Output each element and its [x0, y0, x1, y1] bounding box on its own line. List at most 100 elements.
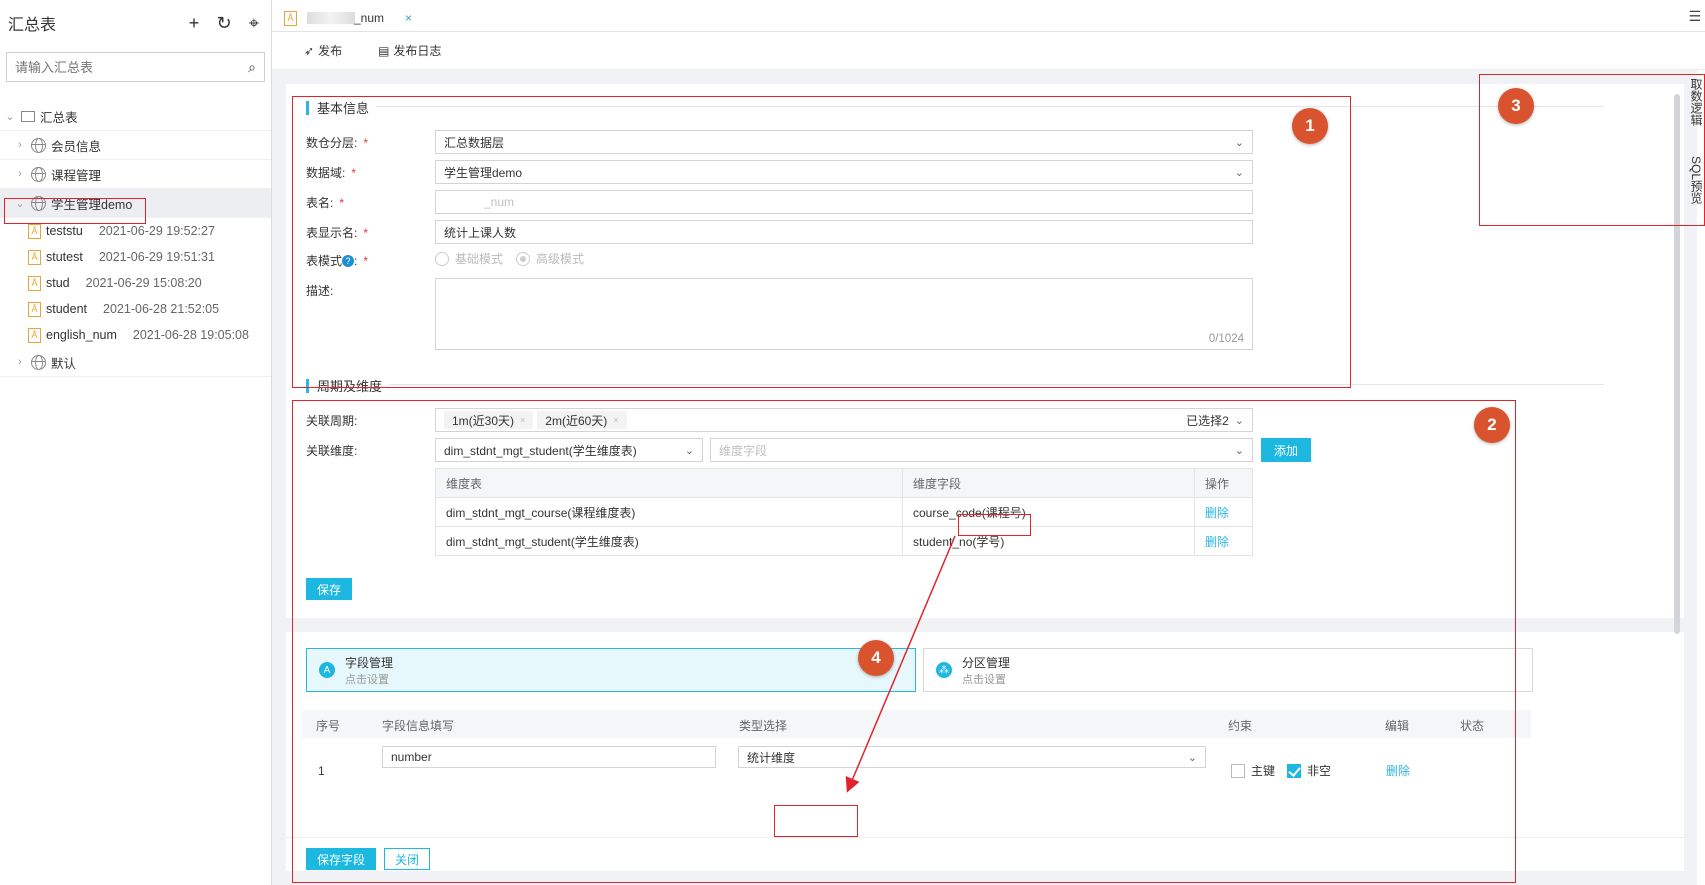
tab-fetch-logic[interactable]: 取数逻辑 — [1688, 78, 1705, 126]
locate-icon[interactable]: ⌖ — [245, 14, 263, 32]
content-area: 基本信息 数仓分层: * 汇总数据层 ⌄ 数据域: * 学生管理demo ⌄ 表名: * … — [272, 70, 1697, 885]
field-icon: A — [319, 662, 335, 678]
table-icon: Å — [28, 249, 41, 265]
chevron-right-icon[interactable]: › — [14, 139, 26, 151]
desc-label: 描述: — [306, 284, 334, 298]
publish-log-button[interactable]: ▤ 发布日志 — [378, 42, 441, 59]
menu-icon[interactable]: ☰ — [1688, 8, 1701, 25]
desc-textarea[interactable]: 0/1024 — [435, 278, 1253, 350]
layer-label: 数仓分层: * — [306, 136, 369, 150]
display-name-label: 表显示名: * — [306, 226, 369, 240]
chevron-down-icon: ⌄ — [1234, 414, 1244, 427]
delete-link[interactable]: 删除 — [1205, 506, 1229, 520]
sidebar: 汇总表 + ↻ ⌖ ⌕ ⌄ 汇总表 › 会员信息 › 课程管理 ⌄ 学生管理de — [0, 0, 272, 885]
chevron-down-icon: ⌄ — [1187, 751, 1197, 764]
mode-basic-radio: 基础模式 — [435, 250, 503, 267]
globe-icon — [31, 354, 46, 370]
field-grid-header: 序号 字段信息填写 类型选择 约束 编辑 状态 — [302, 710, 1531, 738]
domain-label: 数据域: * — [306, 166, 357, 180]
table-icon: Å — [28, 301, 41, 317]
close-icon: × — [520, 415, 526, 425]
tab-bar: Å _num × ☰ — [272, 0, 1705, 32]
badge-3: 3 — [1498, 88, 1534, 124]
table-icon: Å — [28, 327, 41, 343]
row-index: 1 — [318, 764, 325, 778]
period-tag: 2m(近60天) × — [537, 411, 627, 429]
right-vertical-tabs: 取数逻辑 SQL预览 — [1688, 78, 1705, 234]
tree-root[interactable]: ⌄ 汇总表 — [0, 102, 271, 131]
dim-table-select[interactable]: dim_stdnt_mgt_student(学生维度表) ⌄ — [435, 438, 703, 462]
folder-icon — [21, 110, 35, 122]
search-icon[interactable]: ⌕ — [248, 59, 256, 76]
partition-icon: ⁂ — [936, 662, 952, 678]
pk-checkbox[interactable] — [1231, 763, 1245, 778]
chevron-down-icon[interactable]: ⌄ — [4, 110, 16, 123]
save-fields-button[interactable]: 保存字段 — [306, 848, 376, 870]
log-icon: ▤ — [378, 43, 390, 58]
desc-counter: 0/1024 — [1208, 333, 1244, 345]
publish-button[interactable]: ➶ 发布 — [304, 42, 342, 59]
add-icon[interactable]: + — [185, 14, 203, 32]
notnull-checkbox[interactable] — [1287, 763, 1302, 778]
section-period-title: 周期及维度 — [306, 376, 382, 395]
tree-leaf[interactable]: Å stutest 2021-06-29 19:51:31 — [0, 244, 271, 270]
section-basic-title: 基本信息 — [306, 98, 369, 117]
chevron-down-icon: ⌄ — [1234, 444, 1244, 457]
period-label: 关联周期: — [306, 414, 358, 428]
layer-select[interactable]: 汇总数据层 ⌄ — [435, 130, 1253, 154]
chevron-right-icon[interactable]: › — [14, 168, 26, 180]
chevron-down-icon: ⌄ — [1234, 136, 1244, 149]
globe-icon — [31, 166, 46, 182]
field-type-select[interactable]: 统计维度 ⌄ — [738, 746, 1206, 768]
bottom-bar: 保存字段 关闭 — [286, 837, 1684, 871]
tree-group[interactable]: › 默认 — [0, 348, 271, 377]
tree-leaf[interactable]: Å student 2021-06-28 21:52:05 — [0, 296, 271, 322]
tree-leaf[interactable]: Å stud 2021-06-29 15:08:20 — [0, 270, 271, 296]
badge-2: 2 — [1474, 407, 1510, 443]
mode-advanced-radio: 高级模式 — [516, 250, 584, 267]
period-tag: 1m(近30天) × — [444, 411, 534, 429]
chevron-right-icon[interactable]: › — [14, 356, 26, 368]
mode-label: 表模式 ? : * — [306, 253, 369, 269]
sidebar-search[interactable]: ⌕ — [6, 52, 265, 82]
field-name-input[interactable]: number — [382, 746, 716, 768]
globe-icon — [31, 137, 46, 153]
scrollbar[interactable] — [1674, 94, 1680, 634]
table-row: dim_stdnt_mgt_student(学生维度表) student_no(… — [435, 526, 1253, 556]
dim-field-select[interactable]: 维度字段 ⌄ — [710, 438, 1253, 462]
field-management-card[interactable]: A 字段管理 点击设置 — [306, 648, 916, 692]
field-delete-link[interactable]: 删除 — [1386, 762, 1410, 779]
tree-group[interactable]: › 课程管理 — [0, 160, 271, 189]
search-input[interactable] — [15, 59, 249, 75]
display-name-input[interactable]: 统计上课人数 — [435, 220, 1253, 244]
add-button[interactable]: 添加 — [1261, 438, 1311, 462]
refresh-icon[interactable]: ↻ — [215, 14, 233, 32]
sidebar-title: 汇总表 — [8, 17, 57, 34]
delete-link[interactable]: 删除 — [1205, 535, 1229, 549]
main-panel: 基本信息 数仓分层: * 汇总数据层 ⌄ 数据域: * 学生管理demo ⌄ 表名: * … — [286, 84, 1684, 871]
chevron-down-icon[interactable]: ⌄ — [14, 197, 26, 210]
save-button[interactable]: 保存 — [306, 578, 352, 600]
tree: ⌄ 汇总表 › 会员信息 › 课程管理 ⌄ 学生管理demo Å teststu… — [0, 102, 271, 377]
tab-sql-preview[interactable]: SQL预览 — [1688, 156, 1705, 204]
tree-leaf[interactable]: Å teststu 2021-06-29 19:52:27 — [0, 218, 271, 244]
tablename-input: _num — [435, 190, 1253, 214]
domain-select[interactable]: 学生管理demo ⌄ — [435, 160, 1253, 184]
table-icon: Å — [28, 275, 41, 291]
table-icon: Å — [28, 223, 41, 239]
table-row: dim_stdnt_mgt_course(课程维度表) course_code(… — [435, 497, 1253, 527]
partition-management-card[interactable]: ⁂ 分区管理 点击设置 — [923, 648, 1533, 692]
chevron-down-icon: ⌄ — [1234, 166, 1244, 179]
dim-table: 维度表 维度字段 操作 dim_stdnt_mgt_course(课程维度表) … — [435, 468, 1253, 556]
tree-leaf[interactable]: Å english_num 2021-06-28 19:05:08 — [0, 322, 271, 348]
tablename-label: 表名: * — [306, 196, 345, 210]
table-icon: Å — [284, 10, 297, 26]
help-icon[interactable]: ? — [342, 254, 355, 267]
close-button[interactable]: 关闭 — [384, 848, 430, 870]
tree-group-selected[interactable]: ⌄ 学生管理demo — [0, 189, 271, 218]
period-select[interactable]: 1m(近30天) × 2m(近60天) × 已选择2 ⌄ — [435, 408, 1253, 432]
tree-group[interactable]: › 会员信息 — [0, 131, 271, 160]
close-icon[interactable]: × — [405, 11, 412, 25]
send-icon: ➶ — [304, 43, 315, 58]
tab-current[interactable]: Å _num × — [284, 4, 412, 32]
